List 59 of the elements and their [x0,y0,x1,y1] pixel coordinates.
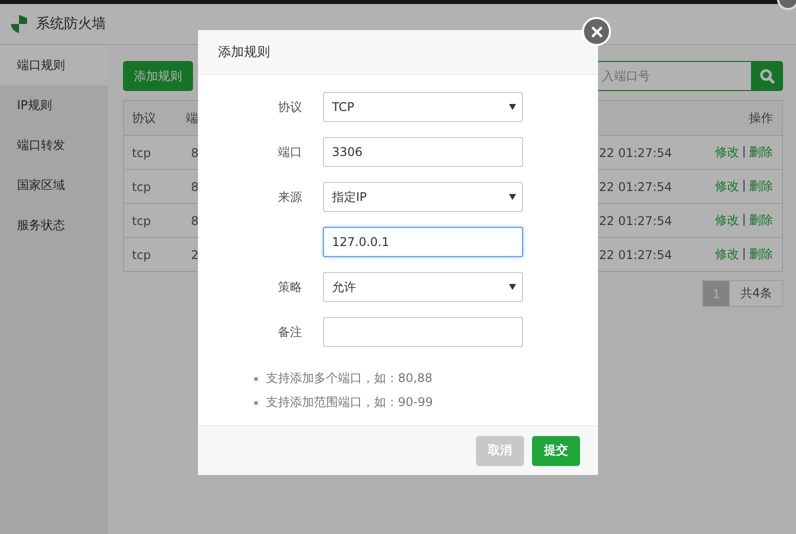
delete-link[interactable]: 删除 [749,178,773,195]
sidebar-item[interactable]: 国家区域 [0,165,108,205]
table-cell-text: 8 [190,146,199,160]
table-cell-text: 2 [190,248,199,262]
sidebar-item[interactable]: IP规则 [0,85,108,125]
input-field[interactable] [323,317,523,347]
separator: | [742,246,746,262]
add-rule-button[interactable]: 添加规则 [123,61,193,91]
caret-icon [509,284,516,290]
table-cell-text: tcp [131,248,151,262]
field-label: 策略 [277,278,302,296]
delete-link[interactable]: 删除 [749,246,773,263]
field-label: 端口 [277,144,302,160]
table-cell-text: tcp [131,214,151,228]
field-label: 来源 [277,188,302,206]
table-cell-text: 8 [190,180,199,194]
delete-link[interactable]: 删除 [749,144,773,161]
field-label: 协议 [277,98,302,116]
dialog-title: 添加规则 [218,44,270,61]
edit-link[interactable]: 修改 [714,178,739,195]
table-cell-text: tcp [131,180,151,194]
total-count: 共4条 [730,280,783,307]
edit-link[interactable]: 修改 [714,144,739,161]
table-cell-text: 8 [190,214,199,228]
delete-link[interactable]: 删除 [749,212,773,229]
sidebar-item[interactable]: 服务状态 [0,205,108,245]
caret-icon [509,194,516,200]
separator: | [742,144,746,160]
table-cell-text: 22 01:27:54 [598,248,672,262]
search-icon [759,68,775,84]
caret-icon [509,104,516,110]
field-label: 备注 [277,324,302,340]
table-cell-text: 22 01:27:54 [598,214,672,228]
table-cell-text: 22 01:27:54 [598,146,672,160]
input-field[interactable]: 3306 [323,137,523,167]
column-header: 操作 [748,110,774,126]
hint-text: 支持添加范围端口，如：90-99 [266,394,433,411]
sidebar-item[interactable]: 端口规则 [0,45,108,85]
table-cell-text: 22 01:27:54 [598,180,672,194]
hint-text: 支持添加多个端口，如：80,88 [266,370,432,387]
window-title: 系统防火墙 [36,15,106,33]
sidebar-item[interactable]: 端口转发 [0,125,108,165]
search-button[interactable] [751,61,783,91]
select-field[interactable]: 指定IP [323,182,523,212]
separator: | [742,212,746,228]
select-field[interactable]: TCP [323,92,523,122]
bullet-icon [254,376,258,380]
table-cell-text: tcp [131,146,151,160]
column-header: 端 [185,110,198,126]
edit-link[interactable]: 修改 [714,246,739,263]
close-icon [590,26,602,38]
column-header: 协议 [131,110,156,126]
shield-icon [10,14,28,34]
edit-link[interactable]: 修改 [714,212,739,229]
bullet-icon [254,400,258,404]
submit-button[interactable]: 提交 [532,436,580,466]
input-field[interactable]: 127.0.0.1 [323,227,523,257]
separator: | [742,178,746,194]
select-field[interactable]: 允许 [323,272,523,302]
